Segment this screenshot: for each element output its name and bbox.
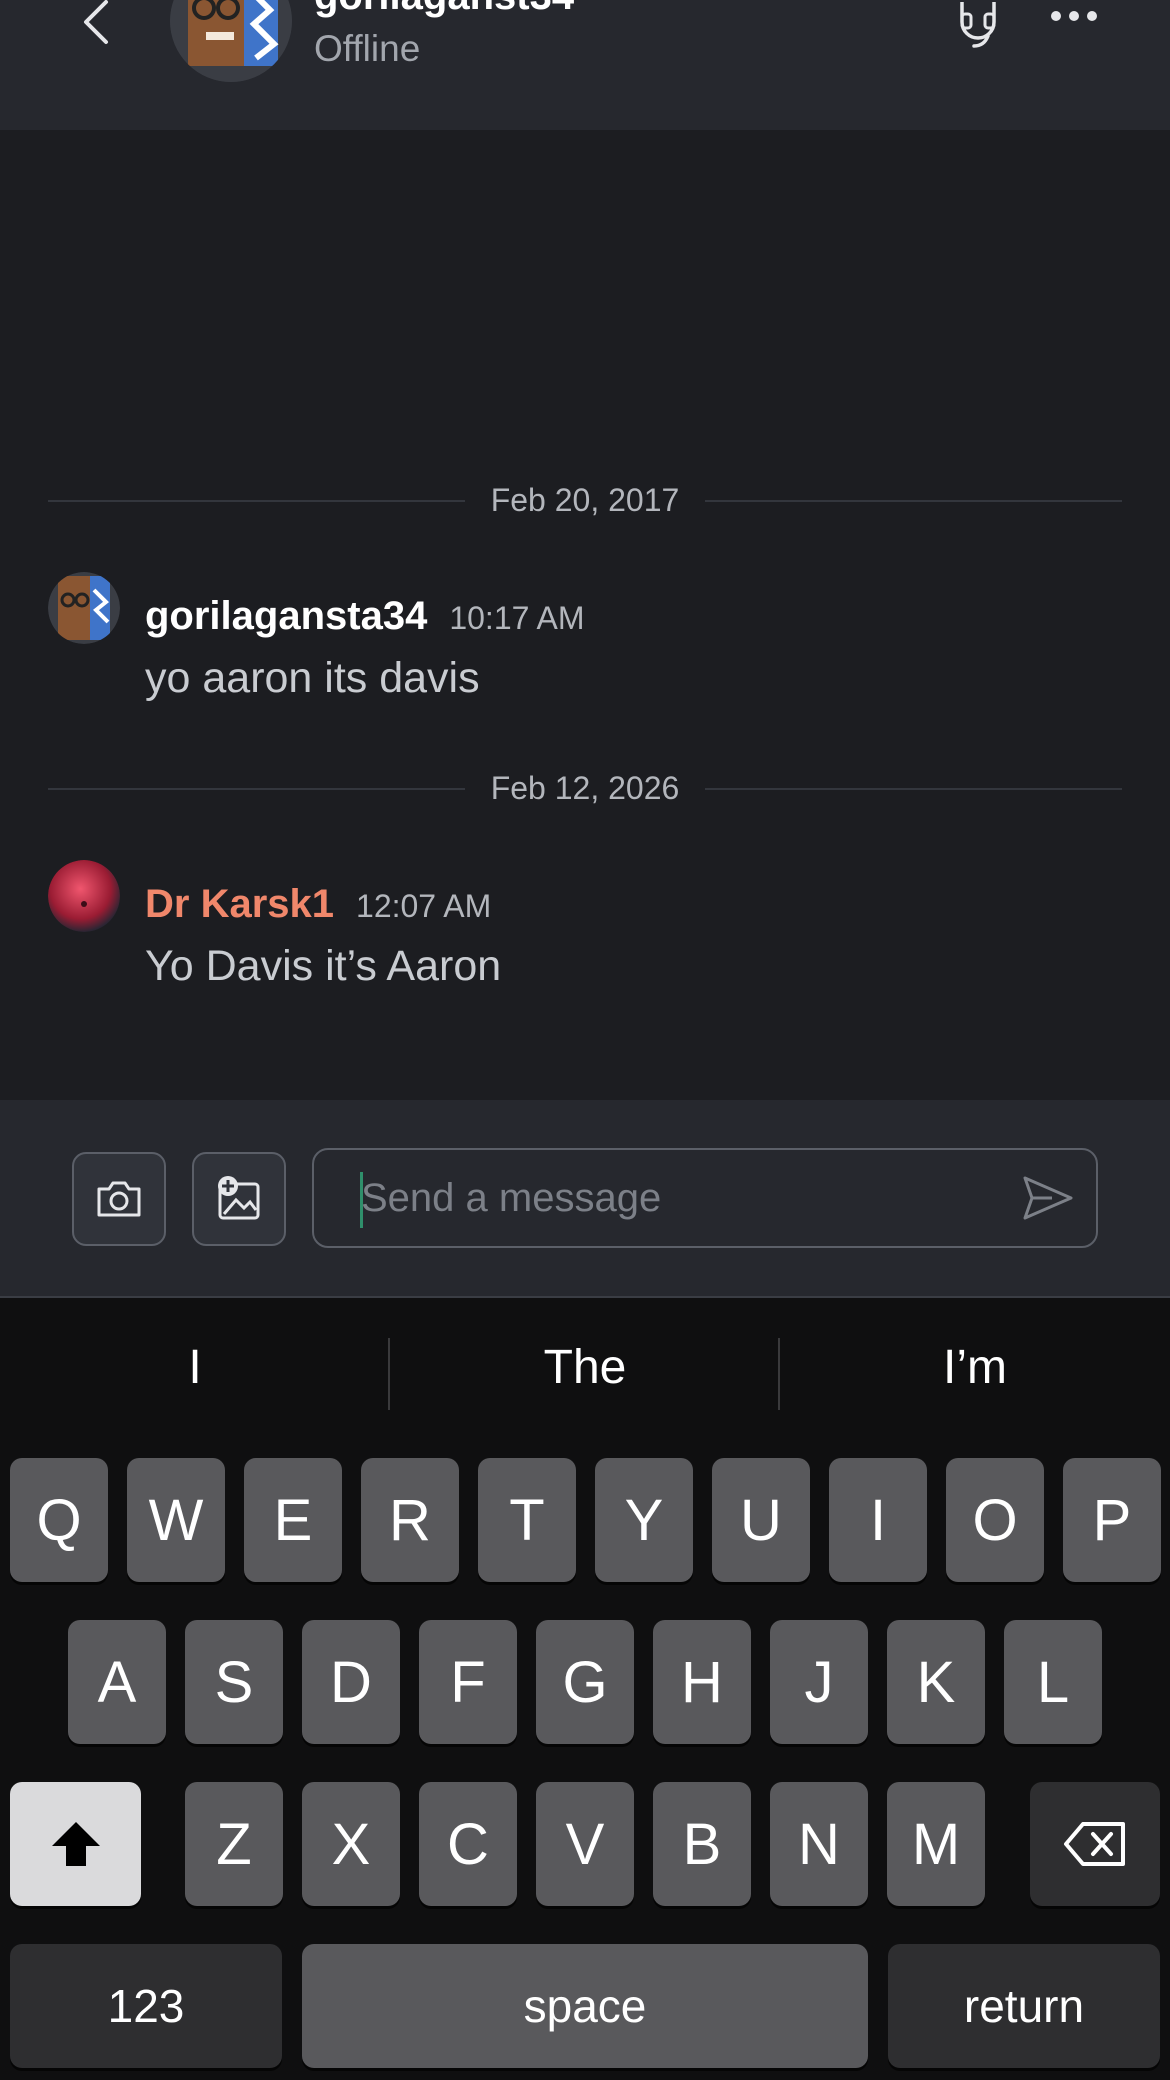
message-text: yo aaron its davis	[145, 654, 480, 702]
more-icon	[1051, 11, 1097, 21]
backspace-key[interactable]	[1030, 1782, 1160, 1906]
message-placeholder: Send a message	[361, 1176, 662, 1220]
headset-icon	[960, 2, 996, 48]
message-time: 10:17 AM	[449, 600, 585, 636]
message-author[interactable]: Dr Karsk1 12:07 AM	[145, 882, 491, 927]
camera-icon	[97, 1181, 141, 1217]
chat-header: gorilaganst34 Offline	[0, 0, 1170, 130]
more-options-button[interactable]	[1050, 6, 1098, 31]
key-c[interactable]: C	[419, 1782, 517, 1906]
message-author[interactable]: gorilagansta34 10:17 AM	[145, 594, 585, 639]
camera-button[interactable]	[72, 1152, 166, 1246]
key-q[interactable]: Q	[10, 1458, 108, 1582]
back-arrow-icon	[84, 0, 108, 44]
key-w[interactable]: W	[127, 1458, 225, 1582]
key-m[interactable]: M	[887, 1782, 985, 1906]
key-e[interactable]: E	[244, 1458, 342, 1582]
date-label: Feb 20, 2017	[464, 482, 706, 518]
key-o[interactable]: O	[946, 1458, 1044, 1582]
key-d[interactable]: D	[302, 1620, 400, 1744]
add-image-button[interactable]	[192, 1152, 286, 1246]
message-composer: Send a message	[0, 1100, 1170, 1298]
send-button[interactable]	[1022, 1174, 1074, 1227]
key-h[interactable]: H	[653, 1620, 751, 1744]
shift-key[interactable]	[10, 1782, 141, 1906]
key-b[interactable]: B	[653, 1782, 751, 1906]
shift-icon	[51, 1822, 100, 1866]
key-z[interactable]: Z	[185, 1782, 283, 1906]
key-t[interactable]: T	[478, 1458, 576, 1582]
message-avatar[interactable]	[48, 572, 120, 644]
key-i[interactable]: I	[829, 1458, 927, 1582]
key-n[interactable]: N	[770, 1782, 868, 1906]
key-u[interactable]: U	[712, 1458, 810, 1582]
key-j[interactable]: J	[770, 1620, 868, 1744]
suggestion-3[interactable]: I’m	[780, 1338, 1170, 1398]
send-icon	[1023, 1176, 1073, 1220]
message-text: Yo Davis it’s Aaron	[145, 942, 502, 990]
numbers-key[interactable]: 123	[10, 1944, 282, 2068]
key-r[interactable]: R	[361, 1458, 459, 1582]
return-key[interactable]: return	[888, 1944, 1160, 2068]
voice-call-button[interactable]	[958, 0, 998, 55]
message-input[interactable]: Send a message	[312, 1148, 1098, 1248]
key-g[interactable]: G	[536, 1620, 634, 1744]
message-avatar[interactable]	[48, 860, 120, 932]
key-a[interactable]: A	[68, 1620, 166, 1744]
key-f[interactable]: F	[419, 1620, 517, 1744]
backspace-icon	[1064, 1822, 1125, 1866]
contact-name[interactable]: gorilaganst34	[314, 0, 574, 19]
key-k[interactable]: K	[887, 1620, 985, 1744]
key-y[interactable]: Y	[595, 1458, 693, 1582]
contact-avatar[interactable]	[170, 0, 292, 82]
key-s[interactable]: S	[185, 1620, 283, 1744]
date-divider: Feb 20, 2017	[48, 480, 1122, 520]
suggestion-2[interactable]: The	[390, 1338, 780, 1398]
add-image-icon	[218, 1176, 260, 1220]
contact-status: Offline	[314, 28, 421, 69]
message-time: 12:07 AM	[356, 888, 492, 924]
suggestion-1[interactable]: I	[0, 1338, 390, 1398]
key-v[interactable]: V	[536, 1782, 634, 1906]
on-screen-keyboard: I The I’m Q W E R T Y U I O P A S D F G …	[0, 1298, 1170, 2080]
space-key[interactable]: space	[302, 1944, 868, 2068]
key-l[interactable]: L	[1004, 1620, 1102, 1744]
date-divider: Feb 12, 2026	[48, 768, 1122, 808]
date-label: Feb 12, 2026	[464, 770, 706, 806]
key-x[interactable]: X	[302, 1782, 400, 1906]
key-p[interactable]: P	[1063, 1458, 1161, 1582]
back-button[interactable]	[72, 0, 122, 50]
